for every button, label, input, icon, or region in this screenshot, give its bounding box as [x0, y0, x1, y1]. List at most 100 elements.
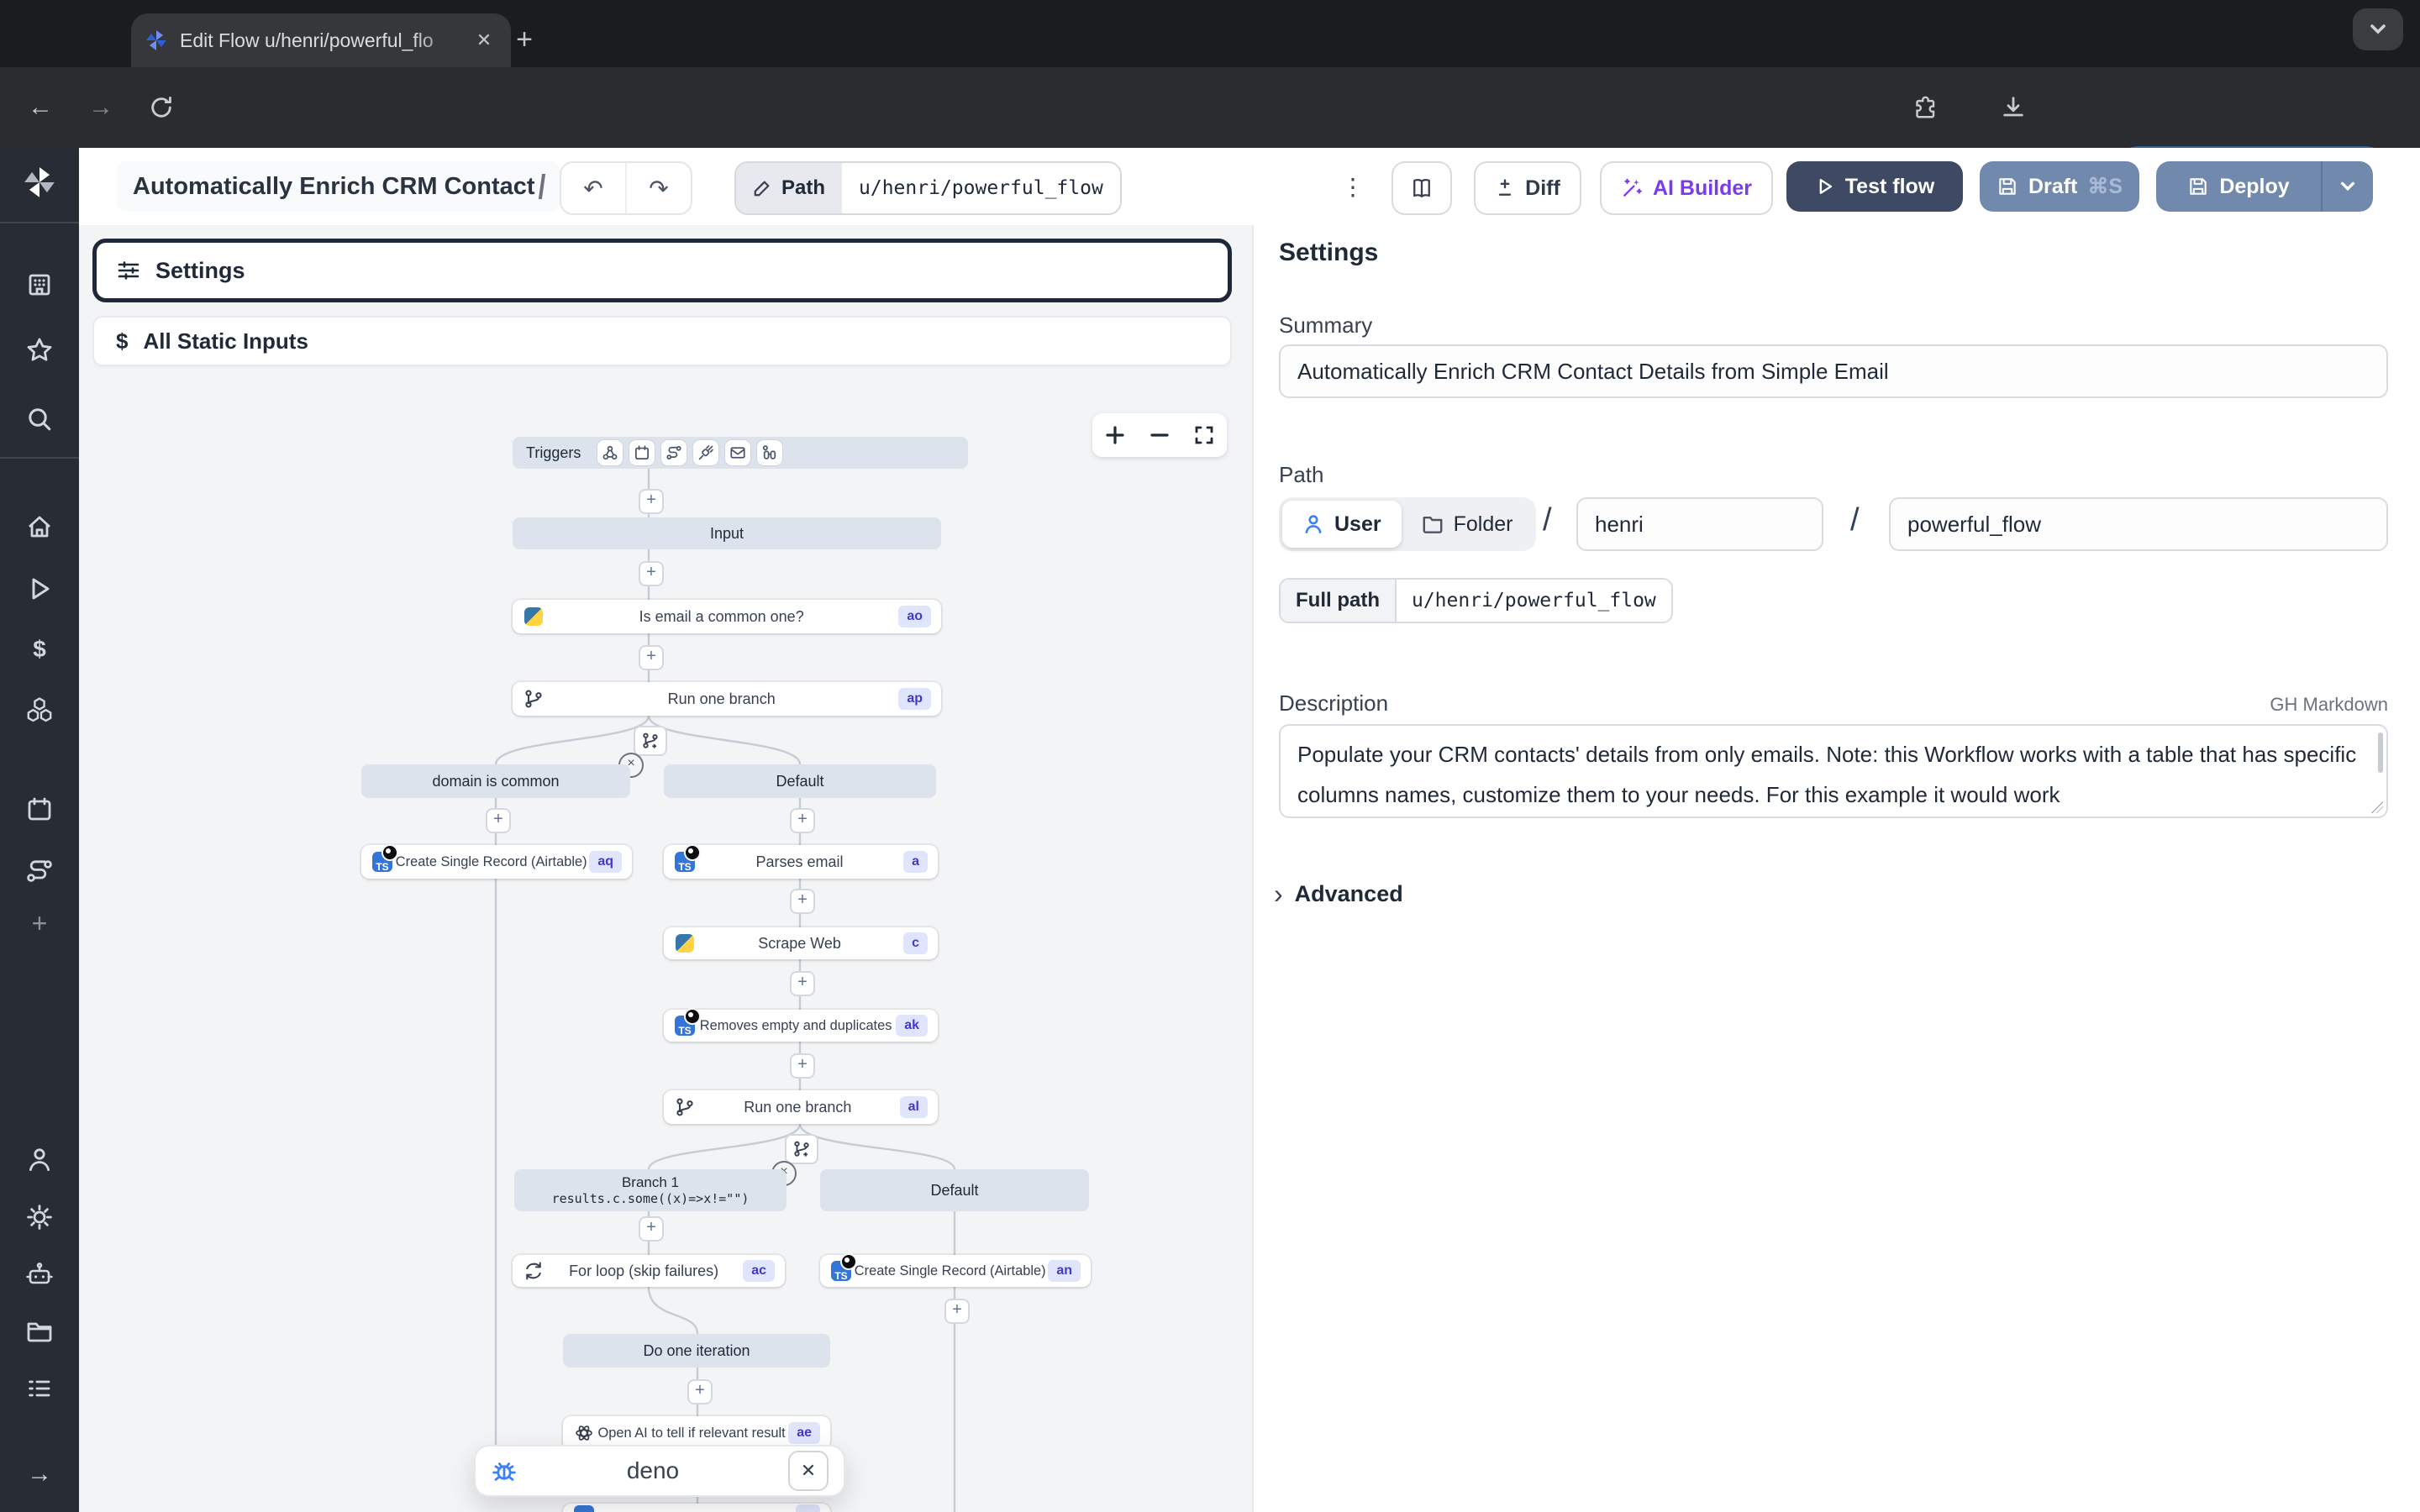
full-path-chip: Full path u/henri/powerful_flow	[1279, 578, 1673, 623]
folder-toggle[interactable]: Folder	[1402, 501, 1534, 548]
browser-tab[interactable]: Edit Flow u/henri/powerful_flo ✕	[131, 13, 511, 67]
redo-button[interactable]: ↷	[625, 163, 691, 213]
ai-builder-button[interactable]: AI Builder	[1600, 161, 1773, 215]
diff-button[interactable]: Diff	[1474, 161, 1581, 215]
draft-button[interactable]: Draft ⌘S	[1980, 161, 2139, 212]
textarea-scrollbar[interactable]	[2378, 732, 2383, 773]
back-icon[interactable]: ←	[20, 87, 60, 128]
add-branch-button[interactable]	[634, 726, 667, 756]
node-partial[interactable]: TS	[563, 1504, 830, 1512]
expand-rail-icon[interactable]: →	[25, 1460, 54, 1488]
path-chip-value[interactable]: u/henri/powerful_flow	[842, 163, 1120, 213]
insert-step-button[interactable]: +	[639, 489, 664, 514]
forward-icon[interactable]: →	[81, 87, 121, 128]
workspace-icon[interactable]	[25, 270, 54, 299]
user-toggle[interactable]: User	[1282, 501, 1402, 548]
branch-default-1[interactable]: Default	[664, 764, 936, 798]
advanced-toggle[interactable]: › Advanced	[1274, 879, 1403, 910]
variables-icon[interactable]: $	[25, 635, 54, 664]
insert-step-button[interactable]: +	[687, 1379, 713, 1404]
node-parses-email[interactable]: TS Parses email a	[664, 845, 938, 879]
summary-input[interactable]: Automatically Enrich CRM Contact Details…	[1279, 344, 2388, 398]
node-run-one-branch-2[interactable]: Run one branch al	[664, 1090, 938, 1124]
node-run-one-branch-1[interactable]: Run one branch ap	[513, 682, 941, 716]
download-icon[interactable]	[1993, 87, 2033, 128]
full-path-label: Full path	[1281, 580, 1397, 622]
triggers-bar[interactable]: Triggers	[513, 437, 968, 469]
textarea-resize-handle[interactable]	[2371, 801, 2383, 813]
worker-groups-icon[interactable]	[25, 1374, 54, 1403]
node-scrape-web[interactable]: Scrape Web c	[664, 927, 938, 959]
favorites-star-icon[interactable]	[25, 336, 54, 365]
schedule-icon[interactable]	[629, 440, 655, 465]
node-create-single-record-1[interactable]: TS Create Single Record (Airtable) aq	[361, 845, 632, 879]
websocket-icon[interactable]	[693, 440, 718, 465]
reload-icon[interactable]	[141, 87, 182, 128]
insert-step-button[interactable]: +	[639, 561, 664, 586]
flow-title[interactable]: Automatically Enrich CRM Contact	[116, 161, 560, 212]
webhook-icon[interactable]	[597, 440, 623, 465]
branch-1[interactable]: Branch 1 results.c.some((x)=>x!="")	[514, 1169, 786, 1211]
input-node[interactable]: Input	[513, 517, 941, 549]
insert-step-button[interactable]: +	[790, 889, 815, 914]
new-tab-button[interactable]: +	[504, 20, 544, 60]
node-create-single-record-2[interactable]: TS Create Single Record (Airtable) an	[820, 1255, 1091, 1287]
rail-divider	[0, 457, 79, 459]
add-menu-icon[interactable]: +	[25, 909, 54, 937]
popup-close-button[interactable]: ✕	[788, 1451, 829, 1491]
flow-pane: Settings $ All Static Inputs	[79, 225, 1252, 1512]
owner-input[interactable]: henri	[1576, 497, 1823, 551]
flow-name-input[interactable]: powerful_flow	[1889, 497, 2388, 551]
node-for-loop[interactable]: For loop (skip failures) ac	[513, 1255, 785, 1287]
description-textarea[interactable]: Populate your CRM contacts' details from…	[1279, 724, 2388, 818]
more-options-icon[interactable]: ⋮	[1331, 163, 1375, 210]
node-badge: ao	[898, 606, 931, 627]
typescript-deno-icon: TS	[371, 851, 393, 873]
extensions-icon[interactable]	[1906, 87, 1946, 128]
test-flow-button[interactable]: Test flow	[1786, 161, 1963, 212]
settings-gear-icon[interactable]	[25, 1203, 54, 1231]
insert-step-button[interactable]: +	[639, 645, 664, 670]
insert-step-button[interactable]: +	[486, 808, 511, 833]
insert-step-button[interactable]: +	[790, 971, 815, 996]
route-icon[interactable]	[661, 440, 687, 465]
ai-builder-label: AI Builder	[1653, 176, 1752, 201]
fit-view-icon[interactable]	[1194, 425, 1214, 445]
branch-domain-is-common[interactable]: domain is common	[361, 764, 630, 798]
node-removes-empty[interactable]: TS Removes empty and duplicates ak	[664, 1010, 938, 1042]
folders-icon[interactable]	[25, 1317, 54, 1346]
typescript-deno-icon: TS	[674, 1015, 696, 1037]
tab-search-button[interactable]	[2353, 8, 2403, 50]
runs-icon[interactable]	[25, 575, 54, 603]
watch-icon[interactable]	[757, 440, 782, 465]
insert-step-button[interactable]: +	[944, 1299, 970, 1324]
schedules-icon[interactable]	[25, 795, 54, 823]
do-one-iteration-node[interactable]: Do one iteration	[563, 1334, 830, 1368]
undo-button[interactable]: ↶	[561, 163, 625, 213]
search-icon[interactable]	[25, 405, 54, 433]
tab-close-icon[interactable]: ✕	[471, 27, 497, 54]
insert-step-button[interactable]: +	[790, 1053, 815, 1079]
windmill-logo-icon[interactable]	[22, 165, 57, 200]
path-separator: /	[1850, 502, 1860, 538]
email-icon[interactable]	[725, 440, 750, 465]
screen: Edit Flow u/henri/powerful_flo ✕ + ← → a…	[0, 0, 2420, 1512]
insert-step-button[interactable]: +	[790, 808, 815, 833]
resources-icon[interactable]	[25, 696, 54, 724]
users-icon[interactable]	[25, 1146, 54, 1174]
zoom-out-icon[interactable]	[1150, 425, 1170, 445]
add-branch-button[interactable]	[785, 1134, 818, 1164]
deno-popup[interactable]: deno ✕	[474, 1445, 845, 1497]
home-icon[interactable]	[25, 512, 54, 541]
zoom-in-icon[interactable]	[1105, 425, 1125, 445]
insert-step-button[interactable]: +	[639, 1216, 664, 1242]
node-badge: ac	[743, 1260, 775, 1282]
ai-robot-icon[interactable]	[25, 1260, 54, 1289]
node-is-email[interactable]: Is email a common one? ao	[513, 600, 941, 633]
docs-button[interactable]	[1392, 161, 1452, 215]
deploy-button[interactable]: Deploy	[2156, 161, 2373, 212]
deploy-options-chevron-icon[interactable]	[2321, 161, 2373, 212]
path-chip[interactable]: Path u/henri/powerful_flow	[734, 161, 1122, 215]
routes-icon[interactable]	[25, 857, 54, 885]
branch-default-2[interactable]: Default	[820, 1169, 1089, 1211]
